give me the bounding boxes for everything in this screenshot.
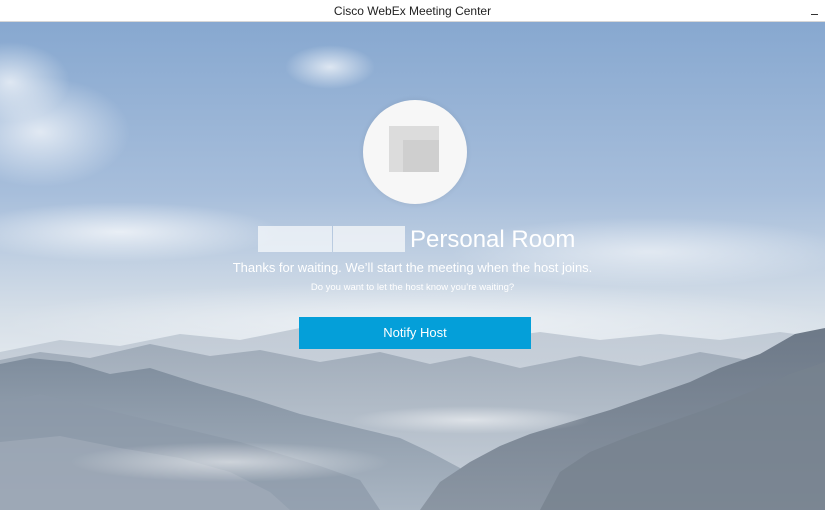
minimize-icon[interactable] (811, 6, 819, 16)
waiting-message: Thanks for waiting. We’ll start the meet… (232, 260, 593, 275)
redacted-host-surname (333, 226, 405, 252)
room-name: Personal Room (410, 226, 576, 253)
notify-host-button[interactable]: Notify Host (299, 317, 531, 349)
webex-window: Cisco WebEx Meeting Center Personal Room… (0, 0, 825, 510)
room-title-line: Personal Room (0, 224, 825, 256)
avatar-placeholder-inner (403, 140, 439, 172)
window-title: Cisco WebEx Meeting Center (333, 4, 492, 18)
redacted-host-name (258, 226, 332, 252)
title-bar: Cisco WebEx Meeting Center (0, 0, 825, 22)
host-avatar (363, 100, 467, 204)
notify-prompt: Do you want to let the host know you’re … (310, 282, 515, 293)
